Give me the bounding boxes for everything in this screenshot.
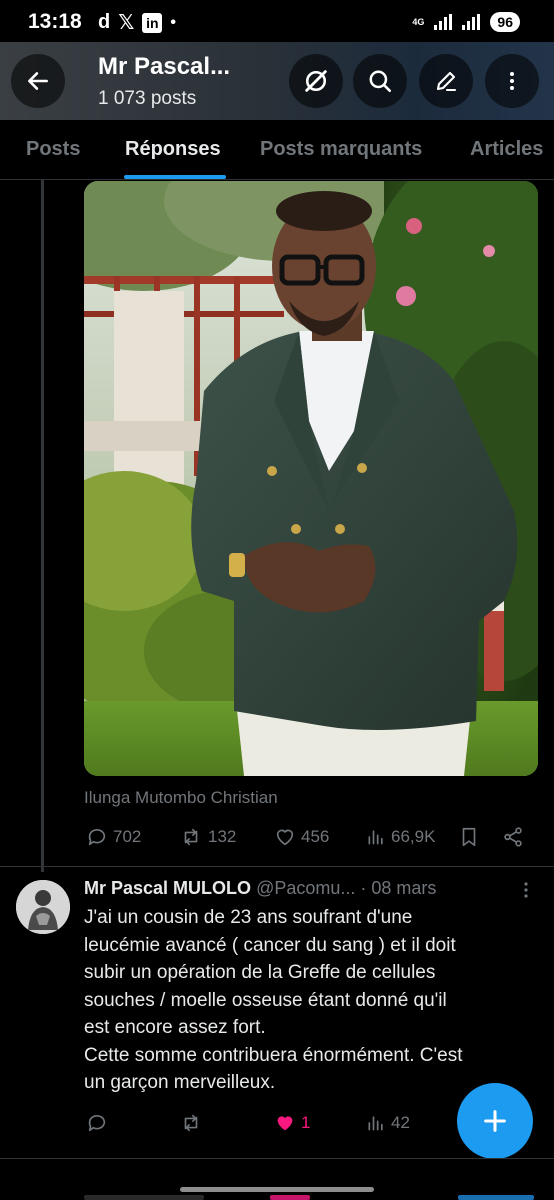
bookmark-button[interactable] xyxy=(458,826,480,848)
new-post-button[interactable] xyxy=(457,1083,533,1159)
more-icon xyxy=(510,72,514,90)
home-indicator[interactable] xyxy=(180,1187,374,1192)
views-icon xyxy=(368,1116,383,1131)
tab-replies[interactable]: Réponses xyxy=(125,138,221,161)
tab-posts[interactable]: Posts xyxy=(26,138,80,161)
compose-button[interactable] xyxy=(419,54,473,108)
active-tab-indicator xyxy=(124,175,226,179)
like-button[interactable]: 456 xyxy=(274,826,329,848)
post-date: · 08 mars xyxy=(360,878,437,898)
posts-count: 1 073 posts xyxy=(98,88,197,109)
next-post-peek xyxy=(84,1195,204,1200)
plus-icon xyxy=(484,1110,506,1132)
reply-like-count: 1 xyxy=(301,1113,311,1132)
reply-repost-button[interactable] xyxy=(179,1112,203,1134)
reply-divider xyxy=(0,1158,554,1159)
reply-views-count: 42 xyxy=(391,1113,410,1132)
next-post-peek-fab xyxy=(458,1195,534,1200)
post-photo xyxy=(84,181,538,776)
reply-views-button[interactable]: 42 xyxy=(366,1112,410,1134)
author-name[interactable]: Mr Pascal MULOLO xyxy=(84,878,251,898)
profile-header: Mr Pascal... 1 073 posts xyxy=(0,42,554,120)
post-image[interactable] xyxy=(84,181,538,776)
notif-d-icon: d xyxy=(98,11,111,33)
more-button[interactable] xyxy=(485,54,539,108)
battery-badge: 96 xyxy=(490,12,520,32)
repost-icon xyxy=(184,828,198,846)
more-vertical-icon xyxy=(524,882,528,898)
next-post-peek-accent xyxy=(270,1195,310,1200)
repost-button[interactable]: 132 xyxy=(179,826,236,848)
reply-icon xyxy=(88,1114,106,1132)
reply-header: Mr Pascal MULOLO @Pacomu... · 08 mars xyxy=(84,878,436,899)
back-button[interactable] xyxy=(11,54,65,108)
back-arrow-icon xyxy=(28,72,48,90)
heart-filled-icon xyxy=(277,1116,293,1131)
reply-icon xyxy=(88,828,106,846)
post-divider xyxy=(0,866,554,867)
notification-icons: d 𝕏 in • xyxy=(98,10,176,35)
notif-x-icon: 𝕏 xyxy=(118,12,135,34)
views-icon xyxy=(368,830,383,845)
signal-icon-2 xyxy=(462,14,481,30)
reply-like-button[interactable]: 1 xyxy=(274,1112,310,1134)
tab-highlights[interactable]: Posts marquants xyxy=(260,138,422,161)
profile-title: Mr Pascal... xyxy=(98,53,231,80)
compose-icon xyxy=(436,71,457,92)
share-button[interactable] xyxy=(502,826,524,848)
thread-line xyxy=(41,180,44,872)
reply-reply-button[interactable] xyxy=(86,1112,108,1134)
post-actions: 702 132 456 66,9K xyxy=(84,826,538,856)
grok-button[interactable] xyxy=(289,54,343,108)
reply-more-button[interactable] xyxy=(521,880,531,905)
avatar[interactable] xyxy=(16,880,70,934)
views-count: 66,9K xyxy=(391,827,436,846)
image-caption: Ilunga Mutombo Christian xyxy=(84,788,278,807)
profile-tabs: Posts Réponses Posts marquants Articles xyxy=(0,120,554,180)
author-handle[interactable]: @Pacomu... xyxy=(256,878,355,898)
status-bar: 13:18 d 𝕏 in • 4G 96 xyxy=(0,0,554,42)
grok-icon xyxy=(305,70,327,92)
reply-count: 702 xyxy=(113,827,142,846)
status-time: 13:18 xyxy=(28,10,82,33)
reply-button[interactable]: 702 xyxy=(86,826,141,848)
reply-text: J'ai un cousin de 23 ans soufrant d'une … xyxy=(84,907,463,1093)
notif-dot: • xyxy=(170,13,176,31)
search-icon xyxy=(369,70,392,93)
network-type: 4G xyxy=(412,16,425,27)
views-button[interactable]: 66,9K xyxy=(366,826,435,848)
repost-count: 132 xyxy=(208,827,237,846)
like-count: 456 xyxy=(301,827,330,846)
signal-icon xyxy=(434,14,453,30)
share-icon xyxy=(504,827,522,847)
avatar-image xyxy=(16,880,70,934)
search-button[interactable] xyxy=(353,54,407,108)
bookmark-icon xyxy=(462,827,476,847)
repost-icon xyxy=(184,1114,198,1132)
tab-articles[interactable]: Articles xyxy=(470,138,543,161)
heart-icon xyxy=(276,829,294,846)
notif-linkedin-icon: in xyxy=(142,12,163,33)
